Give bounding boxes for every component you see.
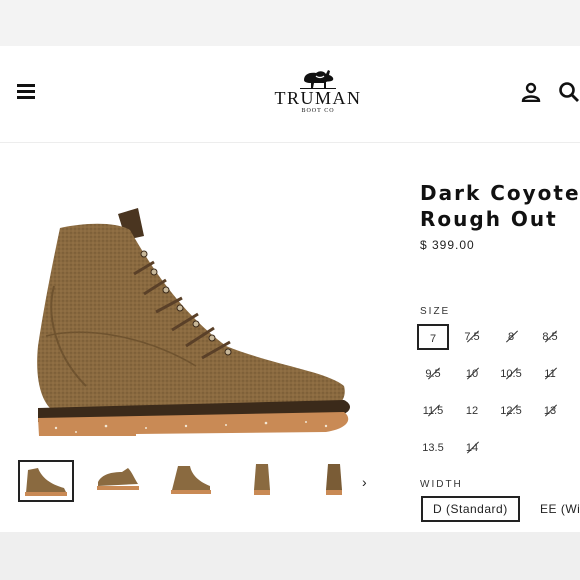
thumbnail-5[interactable] [308, 460, 364, 502]
hamburger-icon[interactable] [17, 84, 37, 100]
dog-logo-icon [300, 70, 336, 89]
size-option[interactable]: 8 [495, 324, 527, 350]
footer-band [0, 532, 580, 580]
size-option[interactable]: 12.5 [495, 398, 527, 424]
site-header: TRUMAN BOOT CO [0, 46, 580, 143]
size-option[interactable]: 9.5 [417, 361, 449, 387]
size-option[interactable]: 10.5 [495, 361, 527, 387]
size-label: SIZE [420, 306, 451, 317]
product-main-image[interactable] [26, 196, 356, 436]
chevron-right-icon[interactable]: › [362, 474, 367, 490]
size-option[interactable]: 13.5 [417, 435, 449, 461]
size-option[interactable]: 12 [456, 398, 488, 424]
size-option[interactable]: 7.5 [456, 324, 488, 350]
brand-name: TRUMAN [274, 88, 362, 108]
thumbnail-1[interactable] [18, 460, 74, 502]
product-price: $ 399.00 [420, 238, 475, 252]
size-option[interactable]: 13 [534, 398, 566, 424]
search-icon[interactable] [558, 81, 580, 103]
account-icon[interactable] [521, 82, 541, 102]
size-option[interactable]: 8.5 [534, 324, 566, 350]
thumbnail-2[interactable] [92, 460, 148, 502]
size-option[interactable]: 7 [417, 324, 449, 350]
width-option-wide[interactable]: EE (Wide) [540, 496, 580, 522]
product-title: Dark Coyote Rough Out [420, 181, 580, 231]
size-option[interactable]: 11.5 [417, 398, 449, 424]
width-option-standard[interactable]: D (Standard) [421, 496, 520, 522]
brand-logo[interactable]: TRUMAN BOOT CO [270, 64, 366, 124]
size-option[interactable]: 14 [456, 435, 488, 461]
thumbnail-4[interactable] [236, 460, 292, 502]
size-option[interactable]: 11 [534, 361, 566, 387]
width-label: WIDTH [420, 479, 463, 490]
thumbnail-3[interactable] [164, 460, 220, 502]
product-page: TRUMAN BOOT CO › Dark Coyote Rough Out $… [0, 46, 580, 532]
size-option[interactable]: 10 [456, 361, 488, 387]
